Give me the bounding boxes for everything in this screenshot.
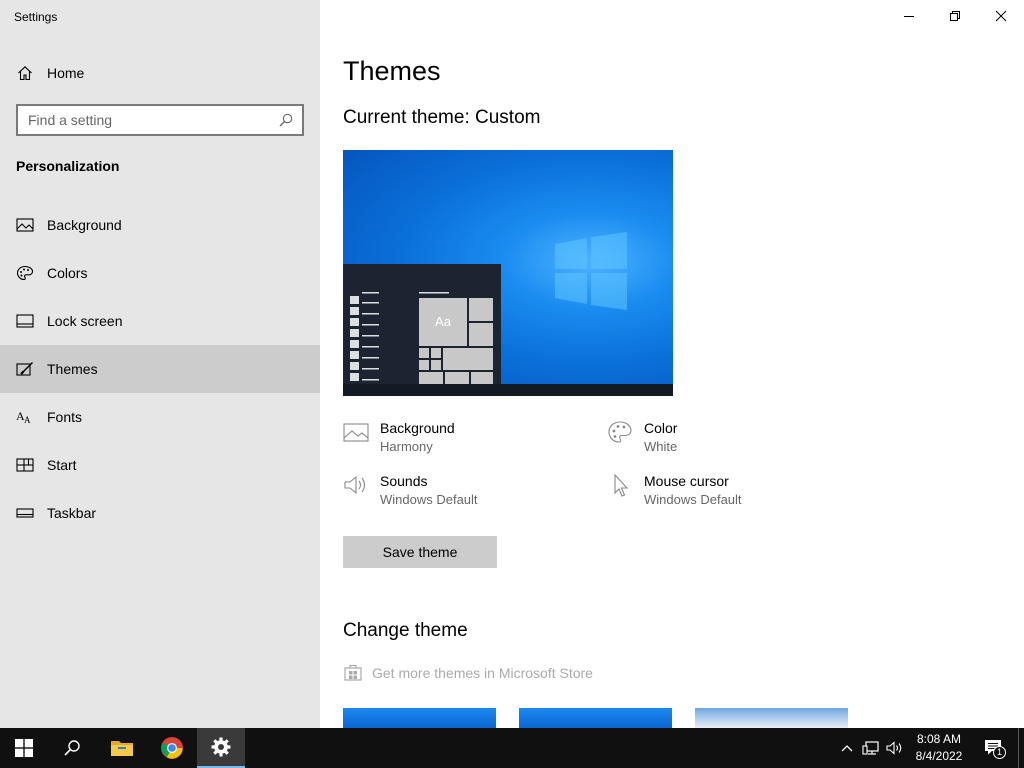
sidebar-item-label: Taskbar — [47, 505, 97, 521]
chevron-up-icon — [841, 745, 853, 752]
home-nav-item[interactable]: Home — [0, 56, 320, 90]
network-button[interactable] — [861, 738, 881, 758]
restore-button[interactable] — [932, 0, 978, 32]
property-value: Windows Default — [644, 492, 742, 507]
theme-thumbnail[interactable] — [343, 708, 496, 728]
settings-sidebar: Settings Home Find a setting Personaliza… — [0, 0, 320, 728]
show-desktop-button[interactable] — [1018, 728, 1019, 768]
settings-app-button[interactable] — [197, 728, 245, 768]
sidebar-item-lock-screen[interactable]: Lock screen — [0, 297, 320, 345]
palette-icon — [16, 265, 34, 281]
home-icon — [18, 66, 32, 81]
theme-thumbnail[interactable] — [519, 708, 672, 728]
property-value: Harmony — [380, 439, 433, 454]
change-theme-heading: Change theme — [343, 620, 468, 641]
sidebar-item-colors[interactable]: Colors — [0, 249, 320, 297]
picture-icon — [343, 423, 369, 442]
paintbrush-icon — [16, 362, 33, 376]
store-icon — [344, 664, 362, 681]
search-icon[interactable] — [278, 112, 294, 128]
clock-date: 8/4/2022 — [915, 749, 963, 763]
app-title: Settings — [14, 10, 58, 24]
taskbar-icon — [16, 508, 34, 518]
taskbar: 8:08 AM 8/4/2022 1 — [0, 728, 1024, 768]
preview-taskbar — [343, 384, 673, 396]
file-explorer-icon — [111, 741, 133, 756]
property-value: White — [644, 439, 678, 454]
theme-background-link[interactable]: Background Harmony — [343, 420, 563, 460]
close-button[interactable] — [978, 0, 1024, 32]
file-explorer-button[interactable] — [98, 728, 146, 768]
sidebar-item-start[interactable]: Start — [0, 441, 320, 489]
windows-start-icon — [15, 739, 33, 757]
sidebar-item-background[interactable]: Background — [0, 201, 320, 249]
cursor-icon — [614, 473, 629, 497]
sidebar-item-label: Colors — [47, 265, 88, 281]
theme-mouse-cursor-link[interactable]: Mouse cursor Windows Default — [607, 473, 827, 513]
search-placeholder: Find a setting — [28, 112, 113, 128]
taskbar-search-button[interactable] — [48, 728, 96, 768]
lock-screen-icon — [16, 314, 34, 328]
property-value: Windows Default — [380, 492, 478, 507]
home-label: Home — [47, 65, 85, 81]
theme-thumbnail[interactable] — [695, 708, 848, 728]
volume-icon — [886, 741, 902, 755]
notification-count-badge: 1 — [993, 746, 1006, 759]
minimize-icon — [904, 16, 914, 17]
sidebar-item-label: Start — [47, 457, 77, 473]
network-icon — [862, 741, 879, 755]
property-name: Color — [644, 420, 678, 436]
font-icon: A A — [16, 409, 31, 425]
search-input[interactable]: Find a setting — [16, 104, 304, 136]
sidebar-item-taskbar[interactable]: Taskbar — [0, 489, 320, 537]
chrome-icon — [161, 737, 183, 759]
sidebar-item-label: Themes — [47, 361, 98, 377]
system-clock[interactable]: 8:08 AM 8/4/2022 — [908, 731, 970, 765]
save-theme-button[interactable]: Save theme — [343, 536, 497, 568]
current-theme-label: Current theme: Custom — [343, 107, 541, 128]
minimize-button[interactable] — [886, 0, 932, 32]
svg-text:A: A — [24, 415, 31, 425]
start-icon — [16, 458, 34, 472]
speaker-icon — [344, 475, 366, 495]
page-title: Themes — [343, 56, 441, 86]
store-link-label: Get more themes in Microsoft Store — [372, 665, 593, 681]
show-hidden-icons-button[interactable] — [837, 738, 857, 758]
property-name: Background — [380, 420, 455, 436]
sidebar-item-label: Fonts — [47, 409, 83, 425]
windows-logo-glow — [555, 232, 627, 310]
start-button[interactable] — [0, 728, 48, 768]
restore-icon — [950, 11, 960, 21]
sidebar-item-label: Background — [47, 217, 122, 233]
picture-icon — [16, 218, 34, 232]
property-name: Sounds — [380, 473, 428, 489]
preview-start-menu: Aa — [343, 264, 501, 396]
preview-tile-label: Aa — [435, 314, 451, 329]
close-icon — [995, 10, 1007, 22]
theme-color-link[interactable]: Color White — [607, 420, 827, 460]
settings-icon — [211, 737, 231, 757]
property-name: Mouse cursor — [644, 473, 729, 489]
theme-sounds-link[interactable]: Sounds Windows Default — [343, 473, 563, 513]
sidebar-item-label: Lock screen — [47, 313, 123, 329]
chrome-button[interactable] — [148, 728, 196, 768]
search-icon — [64, 740, 80, 756]
section-label: Personalization — [16, 158, 120, 174]
theme-preview: Aa — [343, 150, 673, 396]
palette-icon — [608, 421, 632, 443]
clock-time: 8:08 AM — [916, 732, 962, 746]
volume-button[interactable] — [885, 738, 905, 758]
action-center-button[interactable]: 1 — [982, 738, 1006, 759]
sidebar-item-themes[interactable]: Themes — [0, 345, 320, 393]
sidebar-item-fonts[interactable]: A A Fonts — [0, 393, 320, 441]
